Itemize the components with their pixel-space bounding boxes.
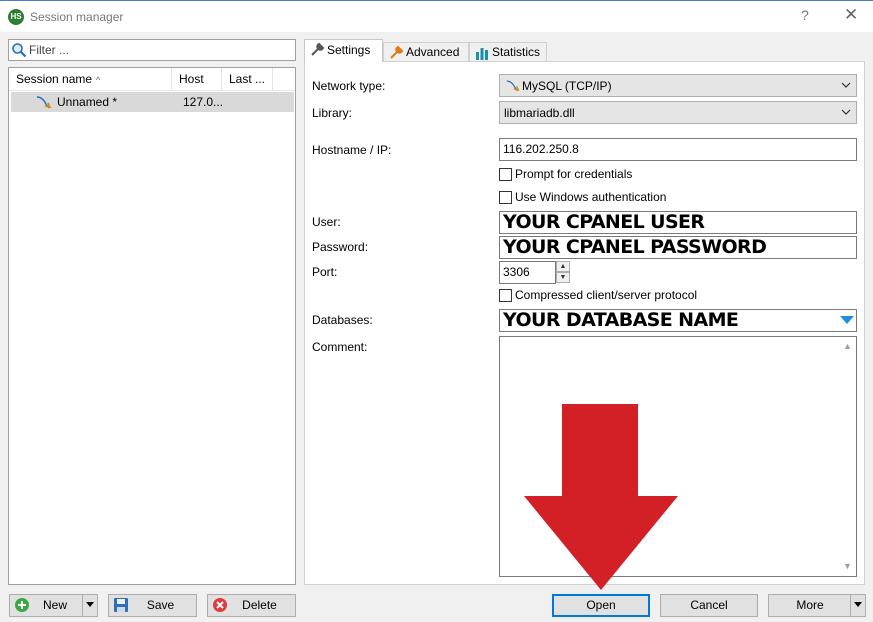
app-logo-icon: HS bbox=[8, 9, 24, 25]
plus-icon bbox=[15, 598, 29, 612]
user-label: User: bbox=[312, 215, 341, 229]
session-host-cell: 127.0... bbox=[183, 95, 224, 109]
wrench-orange-icon bbox=[390, 45, 404, 59]
filter-input[interactable] bbox=[29, 41, 291, 59]
dropdown-arrow-icon[interactable] bbox=[840, 316, 854, 325]
session-list[interactable]: Session name ^ Host Last ... Unnamed * 12… bbox=[8, 67, 296, 585]
port-spin-down[interactable]: ▼ bbox=[556, 272, 570, 283]
session-name-cell: Unnamed * bbox=[57, 95, 118, 109]
network-type-select[interactable]: MySQL (TCP/IP) bbox=[499, 74, 857, 97]
comment-scrollbar[interactable]: ▲ ▼ bbox=[839, 337, 856, 576]
network-type-label: Network type: bbox=[312, 79, 386, 93]
user-input[interactable]: YOUR CPANEL USER bbox=[499, 211, 857, 234]
windows-auth-checkbox[interactable] bbox=[499, 191, 512, 204]
column-header-last[interactable]: Last ... bbox=[222, 68, 273, 90]
port-label: Port: bbox=[312, 265, 338, 279]
more-dropdown-arrow[interactable] bbox=[850, 595, 865, 616]
close-button[interactable]: ✕ bbox=[844, 5, 858, 25]
tab-settings[interactable]: Settings bbox=[304, 39, 383, 62]
port-input[interactable]: 3306 bbox=[499, 261, 556, 284]
new-button[interactable]: New bbox=[9, 594, 98, 617]
wrench-icon bbox=[311, 42, 325, 56]
library-select[interactable]: libmariadb.dll bbox=[499, 101, 857, 124]
scroll-up-icon[interactable]: ▲ bbox=[843, 341, 852, 351]
hostname-label: Hostname / IP: bbox=[312, 143, 392, 157]
save-button[interactable]: Save bbox=[108, 594, 197, 617]
list-header: Session name ^ Host Last ... bbox=[9, 68, 295, 91]
open-button[interactable]: Open bbox=[552, 594, 650, 617]
search-icon bbox=[12, 43, 27, 58]
cancel-button[interactable]: Cancel bbox=[660, 594, 758, 617]
mysql-dolphin-icon bbox=[506, 80, 520, 92]
tab-statistics[interactable]: Statistics bbox=[469, 42, 547, 62]
annotation-down-arrow bbox=[524, 404, 678, 590]
port-spin-up[interactable]: ▲ bbox=[556, 261, 570, 272]
databases-input[interactable]: YOUR DATABASE NAME bbox=[499, 309, 857, 332]
chevron-down-icon bbox=[841, 109, 851, 115]
filter-box[interactable] bbox=[8, 39, 296, 61]
sort-ascending-icon: ^ bbox=[96, 75, 101, 85]
help-button[interactable]: ? bbox=[801, 7, 809, 23]
library-value: libmariadb.dll bbox=[504, 106, 575, 120]
mysql-dolphin-icon bbox=[36, 96, 52, 109]
hostname-input[interactable]: 116.202.250.8 bbox=[499, 138, 857, 161]
databases-label: Databases: bbox=[312, 313, 373, 327]
column-header-host[interactable]: Host bbox=[172, 68, 222, 90]
more-button[interactable]: More bbox=[768, 594, 866, 617]
scroll-down-icon[interactable]: ▼ bbox=[843, 561, 852, 571]
network-type-value: MySQL (TCP/IP) bbox=[522, 79, 612, 93]
chevron-down-icon bbox=[841, 82, 851, 88]
password-input[interactable]: YOUR CPANEL PASSWORD bbox=[499, 236, 857, 259]
delete-button[interactable]: Delete bbox=[207, 594, 296, 617]
library-label: Library: bbox=[312, 106, 353, 120]
databases-value: YOUR DATABASE NAME bbox=[503, 309, 739, 331]
prompt-credentials-checkbox[interactable] bbox=[499, 168, 512, 181]
window-title: Session manager bbox=[30, 10, 124, 24]
password-label: Password: bbox=[312, 240, 369, 254]
title-bar: HS Session manager ? ✕ bbox=[0, 0, 873, 32]
delete-icon bbox=[213, 598, 227, 612]
windows-auth-label: Use Windows authentication bbox=[515, 190, 667, 204]
compressed-checkbox[interactable] bbox=[499, 289, 512, 302]
tab-advanced[interactable]: Advanced bbox=[383, 42, 469, 62]
new-dropdown-arrow[interactable] bbox=[82, 595, 97, 616]
prompt-credentials-label: Prompt for credentials bbox=[515, 167, 633, 181]
session-row[interactable]: Unnamed * 127.0... bbox=[11, 92, 294, 112]
comment-label: Comment: bbox=[312, 340, 368, 354]
floppy-disk-icon bbox=[114, 598, 128, 612]
bar-chart-icon bbox=[476, 48, 488, 60]
column-header-session-name[interactable]: Session name ^ bbox=[9, 68, 172, 90]
compressed-label: Compressed client/server protocol bbox=[515, 288, 698, 302]
